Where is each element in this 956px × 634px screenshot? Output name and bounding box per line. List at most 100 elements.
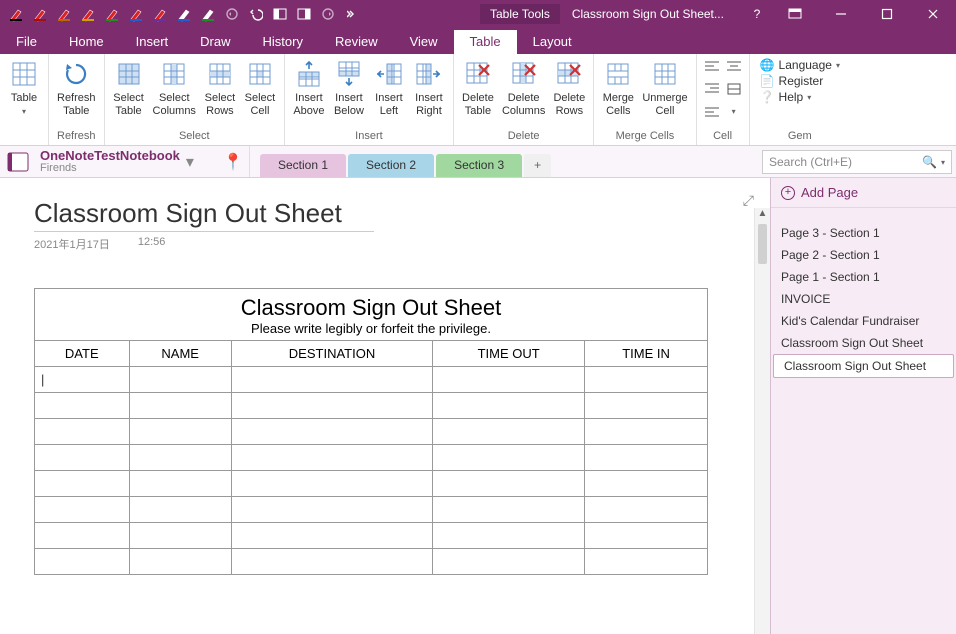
table-cell[interactable] bbox=[35, 419, 130, 445]
select-table-button[interactable]: SelectTable bbox=[109, 56, 149, 120]
minimize-button[interactable] bbox=[818, 0, 864, 28]
search-icon[interactable]: 🔍 bbox=[922, 155, 937, 169]
align-bottom-icon[interactable] bbox=[701, 100, 723, 122]
qat-panel1-icon[interactable] bbox=[268, 3, 292, 25]
qat-more-icon[interactable] bbox=[340, 3, 364, 25]
help-button-gem[interactable]: ❔Help▾ bbox=[760, 90, 840, 104]
maximize-button[interactable] bbox=[864, 0, 910, 28]
table-cell[interactable] bbox=[433, 393, 585, 419]
qat-pen-0[interactable] bbox=[4, 3, 28, 25]
merge-cells-button[interactable]: MergeCells bbox=[598, 56, 638, 120]
fullscreen-icon[interactable]: ⤢ bbox=[743, 192, 754, 209]
page-item[interactable]: Page 2 - Section 1 bbox=[771, 244, 956, 266]
table-cell[interactable] bbox=[585, 367, 708, 393]
page-item[interactable]: Page 1 - Section 1 bbox=[771, 266, 956, 288]
page-item[interactable]: Classroom Sign Out Sheet bbox=[773, 354, 954, 378]
table-cell[interactable] bbox=[433, 419, 585, 445]
add-page-button[interactable]: + Add Page bbox=[771, 178, 956, 208]
table-cell[interactable] bbox=[433, 367, 585, 393]
table-cell[interactable] bbox=[231, 523, 432, 549]
vertical-scrollbar[interactable]: ▲ bbox=[754, 208, 770, 634]
table-cell[interactable] bbox=[231, 471, 432, 497]
table-cell[interactable] bbox=[585, 471, 708, 497]
table-cell[interactable] bbox=[231, 549, 432, 575]
register-button[interactable]: 📄Register bbox=[760, 74, 840, 88]
table-cell[interactable] bbox=[129, 549, 231, 575]
table-cell[interactable] bbox=[231, 445, 432, 471]
table-button[interactable]: Table▾ bbox=[4, 56, 44, 120]
qat-panel2-icon[interactable] bbox=[292, 3, 316, 25]
table-cell[interactable]: | bbox=[35, 367, 130, 393]
unmerge-cell-button[interactable]: UnmergeCell bbox=[638, 56, 691, 120]
page-item[interactable]: Classroom Sign Out Sheet bbox=[771, 332, 956, 354]
align-top-icon[interactable] bbox=[701, 78, 723, 100]
section-tab-2[interactable]: Section 3 bbox=[436, 154, 522, 177]
menu-tab-insert[interactable]: Insert bbox=[120, 30, 185, 54]
language-button[interactable]: 🌐Language▾ bbox=[760, 58, 840, 72]
delete-columns-button[interactable]: DeleteColumns bbox=[498, 56, 549, 120]
qat-pen-5[interactable] bbox=[124, 3, 148, 25]
delete-rows-button[interactable]: DeleteRows bbox=[549, 56, 589, 120]
select-columns-button[interactable]: SelectColumns bbox=[149, 56, 200, 120]
table-cell[interactable] bbox=[35, 445, 130, 471]
table-cell[interactable] bbox=[433, 497, 585, 523]
table-row[interactable] bbox=[35, 471, 708, 497]
insert-above-button[interactable]: InsertAbove bbox=[289, 56, 329, 120]
scroll-thumb[interactable] bbox=[758, 224, 767, 264]
page-item[interactable]: Kid's Calendar Fundraiser bbox=[771, 310, 956, 332]
column-header[interactable]: TIME IN bbox=[585, 341, 708, 367]
pin-icon[interactable]: 📍 bbox=[223, 152, 243, 172]
insert-left-button[interactable]: InsertLeft bbox=[369, 56, 409, 120]
table-cell[interactable] bbox=[35, 393, 130, 419]
qat-pen-7[interactable] bbox=[172, 3, 196, 25]
table-row[interactable] bbox=[35, 445, 708, 471]
table-row[interactable]: | bbox=[35, 367, 708, 393]
table-cell[interactable] bbox=[231, 393, 432, 419]
table-cell[interactable] bbox=[35, 549, 130, 575]
qat-pen-1[interactable] bbox=[28, 3, 52, 25]
qat-back-icon[interactable] bbox=[244, 3, 268, 25]
table-cell[interactable] bbox=[129, 471, 231, 497]
insert-right-button[interactable]: InsertRight bbox=[409, 56, 449, 120]
insert-below-button[interactable]: InsertBelow bbox=[329, 56, 369, 120]
refresh-table-button[interactable]: RefreshTable bbox=[53, 56, 100, 120]
table-cell[interactable] bbox=[35, 497, 130, 523]
menu-tab-home[interactable]: Home bbox=[53, 30, 120, 54]
section-tab-0[interactable]: Section 1 bbox=[260, 154, 346, 177]
table-cell[interactable] bbox=[585, 445, 708, 471]
table-cell[interactable] bbox=[129, 523, 231, 549]
table-row[interactable] bbox=[35, 497, 708, 523]
table-cell[interactable] bbox=[433, 549, 585, 575]
ribbon-display-icon[interactable] bbox=[772, 0, 818, 28]
menu-tab-review[interactable]: Review bbox=[319, 30, 394, 54]
table-cell[interactable] bbox=[433, 523, 585, 549]
align-center-icon[interactable] bbox=[723, 56, 745, 78]
search-input[interactable]: Search (Ctrl+E) 🔍 ▾ bbox=[762, 150, 952, 174]
table-cell[interactable] bbox=[585, 419, 708, 445]
select-rows-button[interactable]: SelectRows bbox=[200, 56, 240, 120]
table-cell[interactable] bbox=[35, 471, 130, 497]
table-cell[interactable] bbox=[231, 367, 432, 393]
table-cell[interactable] bbox=[129, 393, 231, 419]
table-cell[interactable] bbox=[231, 419, 432, 445]
table-cell[interactable] bbox=[585, 497, 708, 523]
sign-out-table[interactable]: Classroom Sign Out Sheet Please write le… bbox=[34, 288, 708, 575]
column-header[interactable]: DESTINATION bbox=[231, 341, 432, 367]
notebook-picker[interactable]: OneNoteTestNotebook Firends ▾ 📍 bbox=[0, 146, 250, 177]
menu-tab-table[interactable]: Table bbox=[454, 30, 517, 54]
select-cell-button[interactable]: SelectCell bbox=[240, 56, 280, 120]
menu-tab-draw[interactable]: Draw bbox=[184, 30, 246, 54]
table-row[interactable] bbox=[35, 523, 708, 549]
table-cell[interactable] bbox=[129, 419, 231, 445]
table-cell[interactable] bbox=[585, 393, 708, 419]
table-row[interactable] bbox=[35, 549, 708, 575]
table-row[interactable] bbox=[35, 393, 708, 419]
align-dropdown-icon[interactable]: ▾ bbox=[723, 100, 745, 122]
section-tab-1[interactable]: Section 2 bbox=[348, 154, 434, 177]
menu-tab-file[interactable]: File bbox=[0, 30, 53, 54]
table-cell[interactable] bbox=[433, 471, 585, 497]
qat-pen-4[interactable] bbox=[100, 3, 124, 25]
menu-tab-view[interactable]: View bbox=[394, 30, 454, 54]
add-section-button[interactable]: + bbox=[524, 154, 551, 177]
page-item[interactable]: INVOICE bbox=[771, 288, 956, 310]
